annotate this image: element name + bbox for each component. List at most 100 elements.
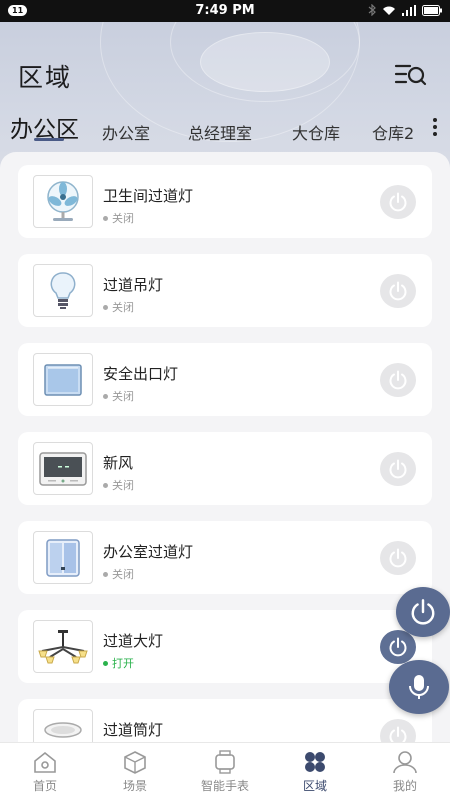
tab-gm-office[interactable]: 总经理室 [188, 120, 252, 144]
device-name: 过道筒灯 [103, 721, 164, 739]
nav-profile[interactable]: 我的 [365, 749, 445, 794]
fan-icon [47, 180, 79, 221]
voice-fab-button[interactable] [389, 660, 449, 714]
power-toggle-button[interactable] [380, 363, 416, 397]
power-icon [389, 726, 407, 742]
chandelier-icon [38, 629, 88, 663]
status-dot-icon [103, 571, 108, 577]
tab-office[interactable]: 办公室 [102, 120, 150, 144]
downlight-icon [44, 721, 82, 738]
device-status-text: 打开 [112, 657, 134, 670]
device-card[interactable]: 办公室过道灯 关闭 [18, 521, 432, 594]
power-toggle-button[interactable] [380, 185, 416, 219]
nav-icon-wrapper [5, 749, 85, 775]
device-thumbnail [33, 442, 93, 495]
device-name: 办公室过道灯 [103, 543, 194, 561]
status-dot-icon [103, 660, 108, 666]
power-icon [389, 459, 407, 479]
nav-label: 我的 [392, 779, 417, 793]
nav-home[interactable]: 首页 [5, 749, 85, 794]
nav-icon-wrapper [95, 749, 175, 775]
device-status-text: 关闭 [112, 301, 134, 314]
device-name: 新风 [103, 454, 134, 472]
device-name: 过道吊灯 [103, 276, 164, 294]
power-toggle-button[interactable] [380, 452, 416, 486]
nav-area[interactable]: 区域 [275, 749, 355, 794]
device-name: 卫生间过道灯 [103, 187, 194, 205]
device-status-text: 关闭 [112, 479, 134, 492]
device-card[interactable]: 过道筒灯 关闭 [18, 699, 432, 742]
device-thumbnail [33, 709, 93, 742]
all-power-fab-button[interactable] [396, 587, 450, 637]
nav-label: 区域 [302, 779, 327, 793]
battery-icon [422, 4, 442, 16]
power-toggle-button[interactable] [380, 541, 416, 575]
device-thumbnail [33, 353, 93, 406]
device-card[interactable]: 卫生间过道灯 关闭 [18, 165, 432, 238]
power-icon [411, 599, 435, 625]
device-status: 关闭 [103, 477, 134, 493]
more-dot-icon [433, 132, 437, 136]
device-card[interactable]: 安全出口灯 关闭 [18, 343, 432, 416]
device-status: 关闭 [103, 566, 134, 582]
power-toggle-button[interactable] [380, 274, 416, 308]
power-icon [389, 192, 407, 212]
device-status-text: 关闭 [112, 568, 134, 581]
device-card[interactable]: 过道吊灯 关闭 [18, 254, 432, 327]
more-dot-icon [433, 125, 437, 129]
profile-icon [393, 751, 417, 774]
tab-big-warehouse[interactable]: 大仓库 [292, 120, 340, 144]
bulb-icon [50, 271, 76, 309]
nav-icon-wrapper [275, 749, 355, 775]
switch-panel-icon [46, 538, 80, 577]
power-icon [389, 548, 407, 568]
active-tab-indicator [34, 138, 64, 141]
device-card[interactable]: 过道大灯 打开 [18, 610, 432, 683]
device-thumbnail [33, 531, 93, 584]
device-status: 关闭 [103, 299, 134, 315]
microphone-icon [409, 675, 429, 699]
device-card[interactable]: 新风 关闭 [18, 432, 432, 505]
home-icon [34, 751, 56, 773]
device-status-text: 关闭 [112, 212, 134, 225]
page-title: 区域 [18, 63, 73, 92]
nav-label: 首页 [32, 779, 57, 793]
status-icons [368, 4, 442, 16]
nav-label: 智能手表 [200, 779, 249, 793]
search-button[interactable] [394, 62, 428, 88]
power-toggle-button[interactable] [380, 719, 416, 742]
status-dot-icon [103, 482, 108, 488]
area-grid-icon [305, 752, 325, 772]
status-dot-icon [103, 215, 108, 221]
status-bar: 11 7:49 PM [0, 0, 450, 22]
device-status: 关闭 [103, 210, 134, 226]
panel-light-icon [44, 363, 82, 396]
device-name: 安全出口灯 [103, 365, 179, 383]
power-toggle-button[interactable] [380, 630, 416, 664]
thermostat-icon [39, 451, 87, 486]
nav-scene[interactable]: 场景 [95, 749, 175, 794]
tab-warehouse-2[interactable]: 仓库2 [372, 120, 414, 144]
power-icon [389, 370, 407, 390]
device-list: 卫生间过道灯 关闭 过道吊灯 关闭 安全出口灯 关闭 新风 关闭 办公室过道灯 … [0, 152, 450, 742]
header-decoration [200, 32, 330, 92]
device-thumbnail [33, 620, 93, 673]
device-name: 过道大灯 [103, 632, 164, 650]
nav-smartwatch[interactable]: 智能手表 [185, 749, 265, 794]
status-dot-icon [103, 393, 108, 399]
device-status: 关闭 [103, 388, 134, 404]
device-thumbnail [33, 264, 93, 317]
smartwatch-icon [215, 750, 235, 774]
search-list-icon [394, 64, 427, 86]
bottom-navigation: 首页 场景 智能手表 区域 我的 [0, 742, 450, 800]
status-dot-icon [103, 304, 108, 310]
device-status: 打开 [103, 655, 134, 671]
more-tabs-button[interactable] [430, 118, 440, 138]
device-thumbnail [33, 175, 93, 228]
power-icon [389, 281, 407, 301]
wifi-icon [383, 6, 395, 15]
device-status-text: 关闭 [112, 390, 134, 403]
power-icon [389, 637, 407, 657]
scene-cube-icon [124, 751, 146, 774]
nav-icon-wrapper [365, 749, 445, 775]
